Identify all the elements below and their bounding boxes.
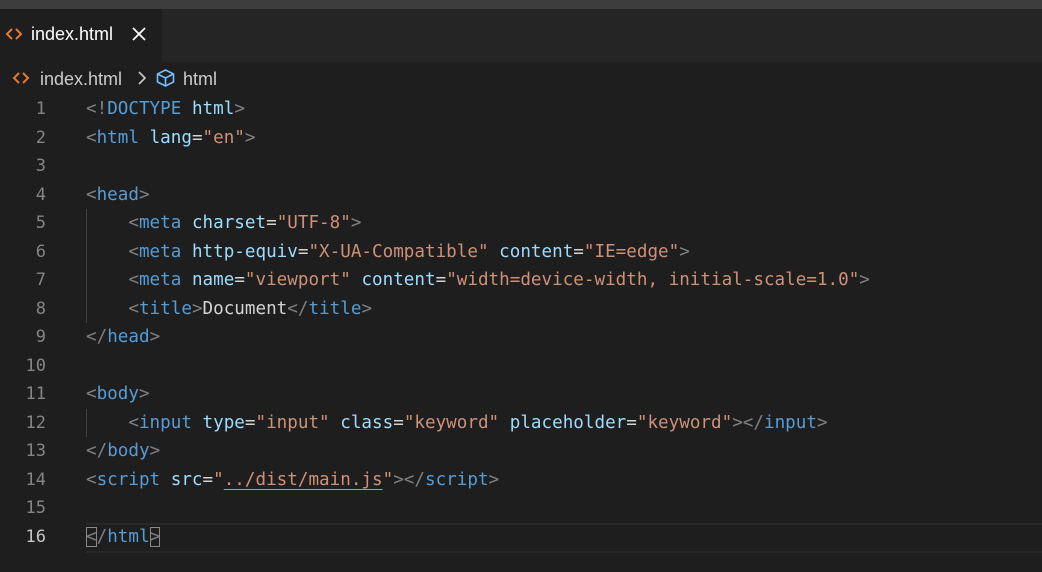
- code-line[interactable]: 9 </head>: [0, 323, 1042, 352]
- code-line[interactable]: 5 <meta charset="UTF-8">: [0, 209, 1042, 238]
- line-number: 8: [35, 298, 46, 319]
- line-number: 7: [35, 270, 46, 290]
- line-number: 13: [25, 441, 46, 461]
- line-number: 15: [25, 498, 46, 518]
- code-text: </body>: [86, 441, 161, 461]
- code-text: </html>: [86, 526, 161, 547]
- breadcrumb-file[interactable]: index.html: [40, 69, 122, 90]
- breadcrumb: index.html html: [0, 62, 1042, 94]
- code-text: <meta charset="UTF-8">: [128, 213, 362, 233]
- line-number: 5: [35, 213, 46, 233]
- line-number: 14: [25, 469, 46, 490]
- html-file-icon: [12, 72, 30, 84]
- code-line[interactable]: 13 </body>: [0, 437, 1042, 466]
- close-icon[interactable]: [130, 25, 148, 43]
- code-text: <script src="../dist/main.js"></script>: [86, 469, 500, 490]
- code-line[interactable]: 4 <head>: [0, 181, 1042, 210]
- tab-index-html[interactable]: index.html: [0, 9, 162, 62]
- line-number: 9: [35, 327, 46, 347]
- code-line[interactable]: 6 <meta http-equiv="X-UA-Compatible" con…: [0, 238, 1042, 267]
- code-text: <input type="input" class="keyword" plac…: [128, 412, 828, 433]
- code-text: <head>: [86, 184, 150, 205]
- cube-symbol-icon: [156, 69, 175, 87]
- line-number: 10: [25, 355, 46, 376]
- code-line[interactable]: 1 <!DOCTYPE html>: [0, 95, 1042, 124]
- code-line[interactable]: 8 <title>Document</title>: [0, 295, 1042, 324]
- breadcrumb-symbol[interactable]: html: [183, 69, 217, 90]
- code-editor[interactable]: 1 <!DOCTYPE html> 2 <html lang="en"> 3 4 <head…: [0, 95, 1042, 572]
- code-line[interactable]: 3: [0, 152, 1042, 181]
- line-number: 12: [25, 412, 46, 433]
- code-text: </head>: [86, 327, 161, 347]
- line-number: 11: [25, 384, 46, 404]
- code-text: <meta name="viewport" content="width=dev…: [128, 270, 870, 290]
- line-number: 16: [25, 526, 46, 547]
- code-text: <body>: [86, 384, 150, 404]
- window-top-strip: [0, 0, 1042, 9]
- code-text: <meta http-equiv="X-UA-Compatible" conte…: [128, 241, 690, 262]
- current-line-highlight: [86, 522, 1042, 553]
- line-number: 6: [35, 241, 46, 262]
- code-text: <html lang="en">: [86, 127, 256, 148]
- code-text: <!DOCTYPE html>: [86, 99, 245, 119]
- code-text: <title>Document</title>: [128, 298, 373, 319]
- tab-bar: index.html: [0, 9, 1042, 62]
- code-line[interactable]: 11 <body>: [0, 380, 1042, 409]
- code-line[interactable]: 2 <html lang="en">: [0, 124, 1042, 153]
- html-file-icon: [5, 28, 23, 40]
- code-line[interactable]: 16 </html>: [0, 522, 1042, 553]
- code-line[interactable]: 10: [0, 352, 1042, 381]
- line-number: 2: [35, 127, 46, 148]
- line-number: 4: [35, 184, 46, 205]
- tab-label: index.html: [31, 24, 114, 44]
- chevron-right-icon: [138, 71, 147, 85]
- line-number: 1: [35, 99, 46, 119]
- code-line[interactable]: 15: [0, 494, 1042, 523]
- code-line[interactable]: 7 <meta name="viewport" content="width=d…: [0, 266, 1042, 295]
- line-number: 3: [35, 156, 46, 176]
- indent-guide: [86, 209, 87, 323]
- code-line[interactable]: 14 <script src="../dist/main.js"></script…: [0, 466, 1042, 495]
- code-line[interactable]: 12 <input type="input" class="keyword" p…: [0, 409, 1042, 438]
- indent-guide: [86, 408, 87, 437]
